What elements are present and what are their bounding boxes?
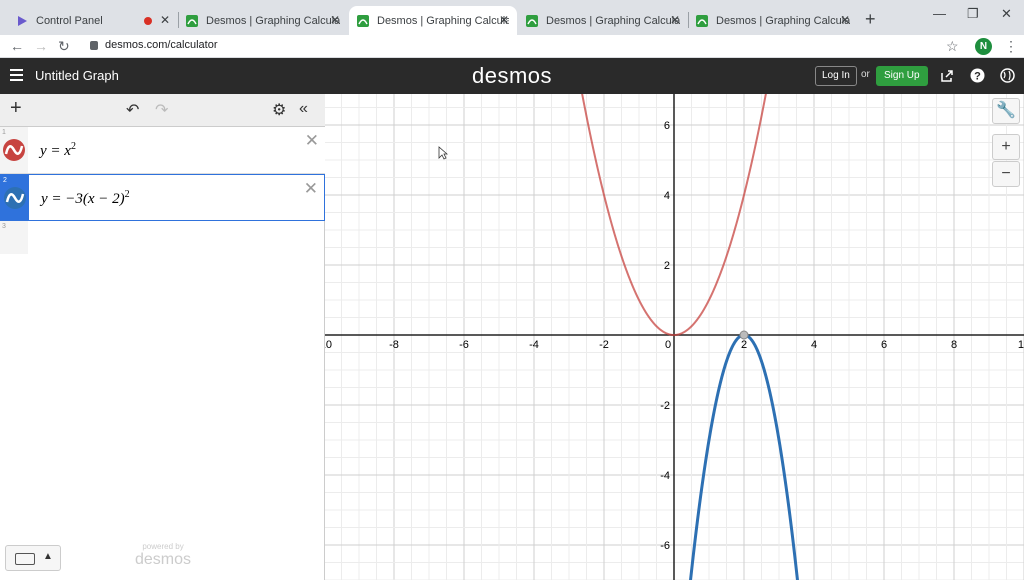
delete-expression-icon[interactable]: ✕ — [304, 179, 318, 199]
tab-label: Desmos | Graphing Calculator — [206, 14, 340, 27]
mouse-cursor-icon — [438, 146, 448, 160]
expression-toolbar: + ↶ ↷ ⚙ « — [0, 94, 325, 127]
forward-arrow-icon[interactable]: → — [34, 38, 48, 54]
expression-panel: + ↶ ↷ ⚙ « 1 y = x2 ✕ 2 y = −3(x − 2)2 ✕ … — [0, 94, 325, 580]
tab-label: Desmos | Graphing Calculator — [716, 14, 850, 27]
y-tick-label: -2 — [660, 400, 670, 412]
address-bar: ← → ↻ desmos.com/calculator ☆ N ⋮ — [0, 35, 1024, 58]
lock-icon — [90, 41, 98, 50]
tab-control-panel[interactable]: Control Panel ✕ — [8, 6, 178, 35]
svg-text:?: ? — [974, 71, 981, 83]
browser-tab-bar: Control Panel ✕ Desmos | Graphing Calcul… — [0, 0, 1024, 35]
graph-paper[interactable]: -10 -8 -6 -4 -2 0 2 4 6 8 10 -6 -4 -2 2 4 6 🔧 + − — [325, 94, 1024, 580]
tab-desmos-1[interactable]: Desmos | Graphing Calculator ✕ — [178, 6, 348, 35]
x-tick-label: -2 — [599, 339, 609, 351]
x-tick-label: 0 — [665, 339, 671, 351]
login-button[interactable]: Log In — [815, 66, 857, 86]
tab-label: Desmos | Graphing Calculator — [546, 14, 680, 27]
tab-desmos-2[interactable]: Desmos | Graphing Calculator ✕ — [349, 6, 517, 35]
tab-label: Control Panel — [36, 14, 103, 27]
minimize-button[interactable]: — — [933, 6, 946, 21]
settings-gear-icon[interactable]: ⚙ — [272, 100, 286, 120]
desmos-favicon-icon — [526, 14, 538, 27]
close-icon[interactable]: ✕ — [840, 13, 850, 27]
expression-index: 2 — [1, 175, 29, 220]
expression-math[interactable]: y = −3(x − 2)2 — [41, 189, 130, 208]
new-tab-button[interactable]: + — [865, 9, 876, 30]
undo-icon[interactable]: ↶ — [126, 100, 139, 120]
expression-row-3[interactable]: 3 — [0, 221, 28, 254]
close-icon[interactable]: ✕ — [160, 13, 170, 27]
y-tick-label: 4 — [664, 190, 670, 202]
control-panel-icon — [18, 15, 27, 26]
vertex-point — [739, 330, 749, 340]
x-tick-label: 4 — [811, 339, 817, 351]
back-arrow-icon[interactable]: ← — [10, 38, 24, 54]
tab-label: Desmos | Graphing Calculator — [377, 14, 509, 27]
powered-by-desmos[interactable]: powered by desmos — [135, 542, 191, 569]
y-tick-label: -4 — [660, 470, 670, 482]
tab-desmos-3[interactable]: Desmos | Graphing Calculator ✕ — [518, 6, 688, 35]
tab-desmos-4[interactable]: Desmos | Graphing Calculator ✕ — [688, 6, 858, 35]
desmos-favicon-icon — [696, 14, 708, 27]
x-tick-label: -10 — [325, 339, 332, 351]
caret-up-icon: ▲ — [43, 551, 53, 562]
add-item-button[interactable]: + — [10, 97, 22, 120]
x-tick-label: -4 — [529, 339, 539, 351]
graph-canvas[interactable]: -10 -8 -6 -4 -2 0 2 4 6 8 10 -6 -4 -2 2 4 6 — [325, 94, 1024, 580]
reload-icon[interactable]: ↻ — [58, 38, 70, 55]
expression-math[interactable]: y = x2 — [40, 141, 76, 160]
x-tick-label: 8 — [951, 339, 957, 351]
close-icon[interactable]: ✕ — [670, 13, 680, 27]
help-icon[interactable]: ? — [970, 68, 985, 83]
close-icon[interactable]: ✕ — [499, 13, 509, 27]
graph-style-icon[interactable] — [4, 187, 26, 209]
recording-icon — [144, 17, 152, 25]
zoom-in-button[interactable]: + — [992, 134, 1020, 160]
profile-avatar[interactable]: N — [975, 38, 992, 55]
hamburger-menu-icon[interactable] — [10, 69, 23, 81]
redo-icon[interactable]: ↷ — [155, 100, 168, 120]
globe-icon[interactable] — [1000, 68, 1015, 83]
y-tick-label: -6 — [660, 540, 670, 552]
collapse-panel-icon[interactable]: « — [299, 100, 308, 118]
desmos-favicon-icon — [357, 14, 369, 27]
desmos-favicon-icon — [186, 14, 198, 27]
x-tick-label: -8 — [389, 339, 399, 351]
desmos-logo: desmos — [472, 63, 553, 88]
x-tick-label: 2 — [741, 339, 747, 351]
or-text: or — [861, 69, 870, 80]
bookmark-star-icon[interactable]: ☆ — [946, 38, 959, 55]
window-close-button[interactable]: ✕ — [1001, 6, 1012, 22]
y-tick-label: 2 — [664, 260, 670, 272]
expression-row-2[interactable]: 2 y = −3(x − 2)2 ✕ — [0, 174, 325, 221]
keyboard-icon — [15, 553, 35, 565]
delete-expression-icon[interactable]: ✕ — [305, 131, 319, 151]
zoom-out-button[interactable]: − — [992, 161, 1020, 187]
browser-menu-icon[interactable]: ⋮ — [1004, 38, 1018, 55]
wrench-icon[interactable]: 🔧 — [992, 98, 1020, 124]
share-icon[interactable] — [940, 69, 954, 83]
close-icon[interactable]: ✕ — [330, 13, 340, 27]
y-tick-label: 6 — [664, 120, 670, 132]
keyboard-toggle-button[interactable]: ▲ — [5, 545, 61, 571]
expression-index: 1 — [0, 127, 28, 173]
x-tick-label: -6 — [459, 339, 469, 351]
graph-title[interactable]: Untitled Graph — [35, 68, 119, 83]
url-field[interactable]: desmos.com/calculator — [105, 39, 218, 51]
expression-row-1[interactable]: 1 y = x2 ✕ — [0, 127, 325, 174]
desmos-header: Untitled Graph desmos Log In or Sign Up … — [0, 58, 1024, 94]
maximize-button[interactable]: ❐ — [967, 6, 979, 22]
graph-style-icon[interactable] — [3, 139, 25, 161]
x-tick-label: 10 — [1018, 339, 1024, 351]
x-tick-label: 6 — [881, 339, 887, 351]
signup-button[interactable]: Sign Up — [876, 66, 928, 86]
